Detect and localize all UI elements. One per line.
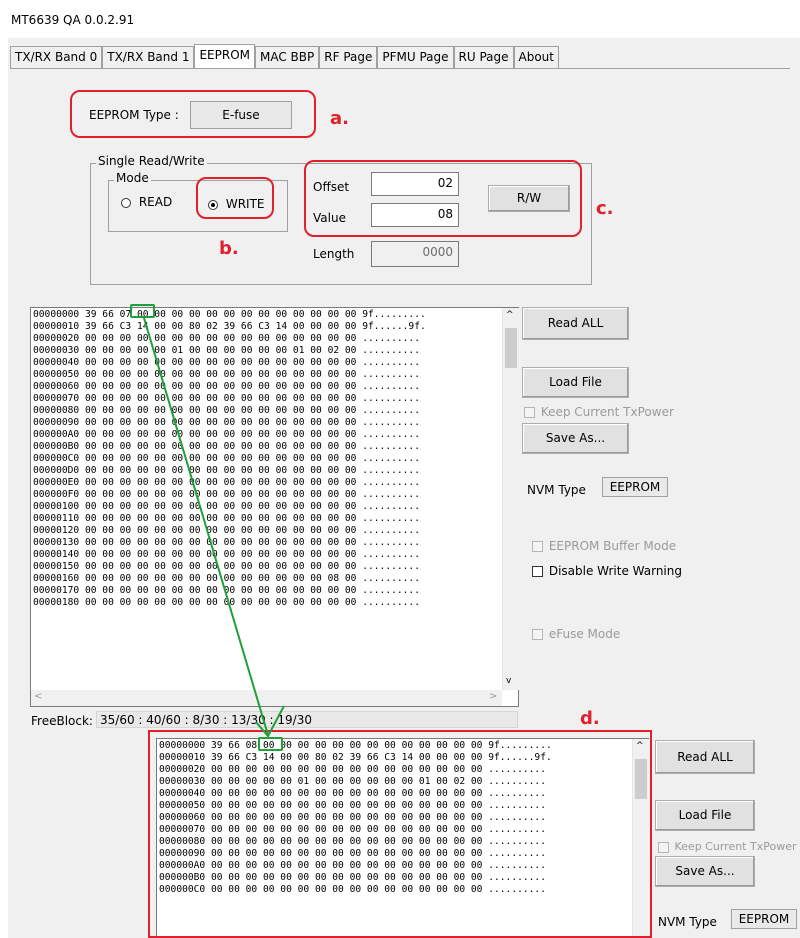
- arrow-line: [143, 317, 269, 736]
- change-arrow: [143, 317, 285, 738]
